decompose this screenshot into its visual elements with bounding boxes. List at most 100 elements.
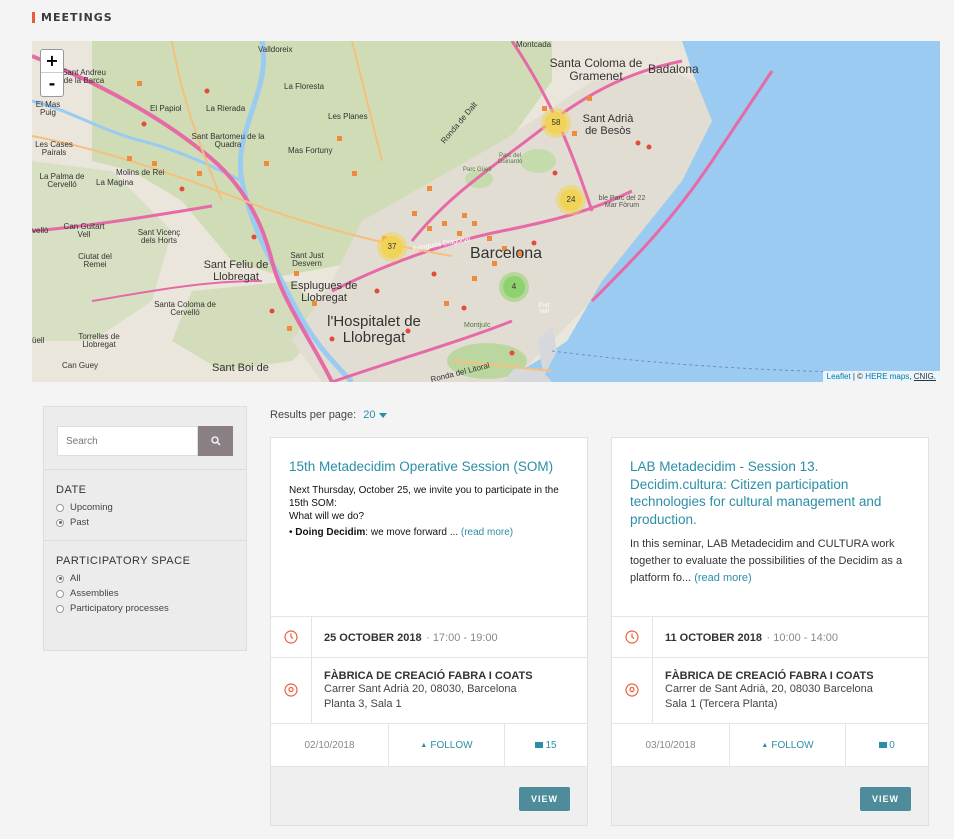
location-pin-icon	[625, 682, 639, 697]
map-label-sant-andreu: Sant Andreu de la Barca	[61, 68, 107, 86]
map-cluster[interactable]: 4	[499, 272, 529, 302]
comment-icon	[879, 742, 888, 748]
map-label-sant-feliu: Sant Feliu de Llobregat	[203, 259, 269, 283]
follow-button[interactable]: ▲ FOLLOW	[389, 724, 505, 766]
map-label-torrelles: Torrelles de Llobregat	[78, 332, 120, 350]
zoom-out-button[interactable]: -	[41, 73, 63, 96]
meeting-date: 25 OCTOBER 2018	[324, 632, 422, 644]
read-more-link[interactable]: (read more)	[694, 572, 751, 584]
map-label-cervello-edge: vellò	[32, 226, 49, 235]
card-footer: VIEW	[271, 766, 587, 825]
map-label-hospitalet: l'Hospitalet de Llobregat	[327, 313, 421, 346]
results-per-page-select[interactable]: 20	[363, 409, 375, 421]
map-label-can-guitart: Can Guitart Vell	[63, 222, 105, 240]
radio-upcoming[interactable]: Upcoming	[56, 500, 234, 515]
place-name: FÀBRICA DE CREACIÓ FABRA I COATS	[324, 670, 533, 683]
meeting-title-link[interactable]: LAB Metadecidim - Session 13. Decidim.cu…	[630, 458, 910, 528]
radio-dot[interactable]	[56, 589, 64, 598]
clock-icon-cell	[271, 617, 312, 657]
map-label-les-planes: Les Planes	[328, 112, 368, 121]
radio-dot-checked[interactable]	[56, 574, 64, 583]
meetings-map[interactable]: Valldoreix La Floresta Sant Andreu de la…	[32, 41, 940, 382]
leaflet-link[interactable]: Leaflet	[827, 372, 851, 381]
read-more-link[interactable]: (read more)	[461, 527, 513, 538]
cnig-link[interactable]: CNIG.	[914, 372, 936, 381]
comment-icon	[535, 742, 544, 748]
address-row: FÀBRICA DE CREACIÓ FABRA I COATS Carrer …	[271, 657, 587, 723]
radio-all[interactable]: All	[56, 571, 234, 586]
map-label-molins: Molins de Rei	[116, 168, 165, 177]
address-row: FÀBRICA DE CREACIÓ FABRA I COATS Carrer …	[612, 657, 928, 723]
map-cluster[interactable]: 24	[556, 185, 586, 215]
comments-count[interactable]: 15	[505, 724, 587, 766]
radio-assemblies[interactable]: Assemblies	[56, 586, 234, 601]
radio-label: Past	[70, 517, 90, 528]
date-text: 11 OCTOBER 2018 · 10:00 - 14:00	[665, 632, 839, 644]
meeting-description: Next Thursday, October 25, we invite you…	[289, 484, 569, 539]
description-list: Doing Decidim: we move forward ... (read…	[289, 526, 569, 539]
map-cluster[interactable]: 58	[541, 108, 571, 138]
date-filter: DATE Upcoming Past	[44, 470, 246, 541]
map-label-mas-fortuny: Mas Fortuny	[288, 146, 333, 155]
map-label-el-mas-puig: El Mas Puig	[35, 100, 61, 118]
map-label-montcada: Montcada	[516, 41, 552, 49]
map-cluster[interactable]: 37	[377, 232, 407, 262]
filters-panel: DATE Upcoming Past PARTICIPATORY SPACE A…	[43, 406, 247, 651]
radio-dot-checked[interactable]	[56, 518, 64, 527]
section-title: MEETINGS	[32, 11, 113, 24]
clock-icon-cell	[612, 617, 653, 657]
space-filter: PARTICIPATORY SPACE All Assemblies Parti…	[44, 541, 246, 626]
location-icon-cell	[271, 658, 312, 723]
search-button[interactable]	[198, 426, 233, 456]
map-label-guinardo: Parc del Guinardó	[497, 153, 523, 166]
radio-label: Participatory processes	[70, 603, 169, 614]
description-line: What will we do?	[289, 510, 365, 522]
address-line: Carrer Sant Adrià 20, 08030, Barcelona	[324, 683, 517, 696]
bullet-bold-text: Doing Decidim	[295, 526, 366, 538]
search-icon	[210, 436, 220, 446]
date-row: 11 OCTOBER 2018 · 10:00 - 14:00	[612, 616, 928, 657]
view-button[interactable]: VIEW	[860, 787, 911, 811]
zoom-in-button[interactable]: +	[41, 50, 63, 73]
description-text: In this seminar, LAB Metadecidim and CUL…	[630, 538, 903, 585]
bell-icon: ▲	[420, 741, 428, 749]
map-label-el-papiol: El Papiol	[150, 104, 182, 113]
zoom-control: + -	[40, 49, 64, 97]
radio-participatory-processes[interactable]: Participatory processes	[56, 601, 234, 616]
caret-down-icon[interactable]	[378, 412, 387, 418]
map-label-sant-vicenc: Sant Vicenç dels Horts	[137, 228, 181, 246]
cluster-count: 58	[545, 112, 567, 134]
published-date: 02/10/2018	[271, 724, 389, 766]
radio-dot[interactable]	[56, 503, 64, 512]
map-label-guell: Parc Güell	[462, 167, 491, 173]
place-name: FÀBRICA DE CREACIÓ FABRA I COATS	[665, 670, 874, 683]
radio-past[interactable]: Past	[56, 515, 234, 530]
meeting-time: 10:00 - 14:00	[773, 632, 839, 644]
view-button[interactable]: VIEW	[519, 787, 570, 811]
map-label-sant-boi: Sant Boi de	[212, 362, 269, 374]
map-label-la-magina: La Magina	[96, 178, 134, 187]
location-icon-cell	[612, 658, 653, 723]
results-per-page: Results per page: 20	[270, 409, 387, 421]
section-title-text: MEETINGS	[41, 11, 113, 24]
radio-dot[interactable]	[56, 604, 64, 613]
search-input[interactable]	[57, 426, 198, 456]
map-label-forum: ble Parc del 22 Mar Fòrum	[598, 195, 646, 210]
date-text: 25 OCTOBER 2018 · 17:00 - 19:00	[324, 632, 498, 644]
search-row	[44, 407, 246, 470]
follow-label: FOLLOW	[771, 739, 814, 751]
meta-row: 03/10/2018 ▲ FOLLOW 0	[612, 723, 928, 766]
map-label-la-floresta: La Floresta	[284, 82, 325, 91]
card-body: LAB Metadecidim - Session 13. Decidim.cu…	[612, 438, 928, 616]
attribution-sep: | ©	[850, 372, 866, 381]
follow-button[interactable]: ▲ FOLLOW	[730, 724, 846, 766]
map-label-barcelona: Barcelona	[470, 245, 543, 262]
comments-count[interactable]: 0	[846, 724, 928, 766]
here-maps-link[interactable]: HERE maps	[865, 372, 909, 381]
map-label-sant-bartomeu: Sant Bartomeu de la Quadra	[191, 132, 265, 150]
map-label-santa-coloma-cervello: Santa Coloma de Cervelló	[154, 300, 216, 318]
map-label-badalona: Badalona	[648, 62, 699, 76]
bell-icon: ▲	[761, 741, 769, 749]
meeting-title-link[interactable]: 15th Metadecidim Operative Session (SOM)	[289, 458, 569, 476]
map-label-la-palma: La Palma de Cervelló	[39, 172, 85, 190]
